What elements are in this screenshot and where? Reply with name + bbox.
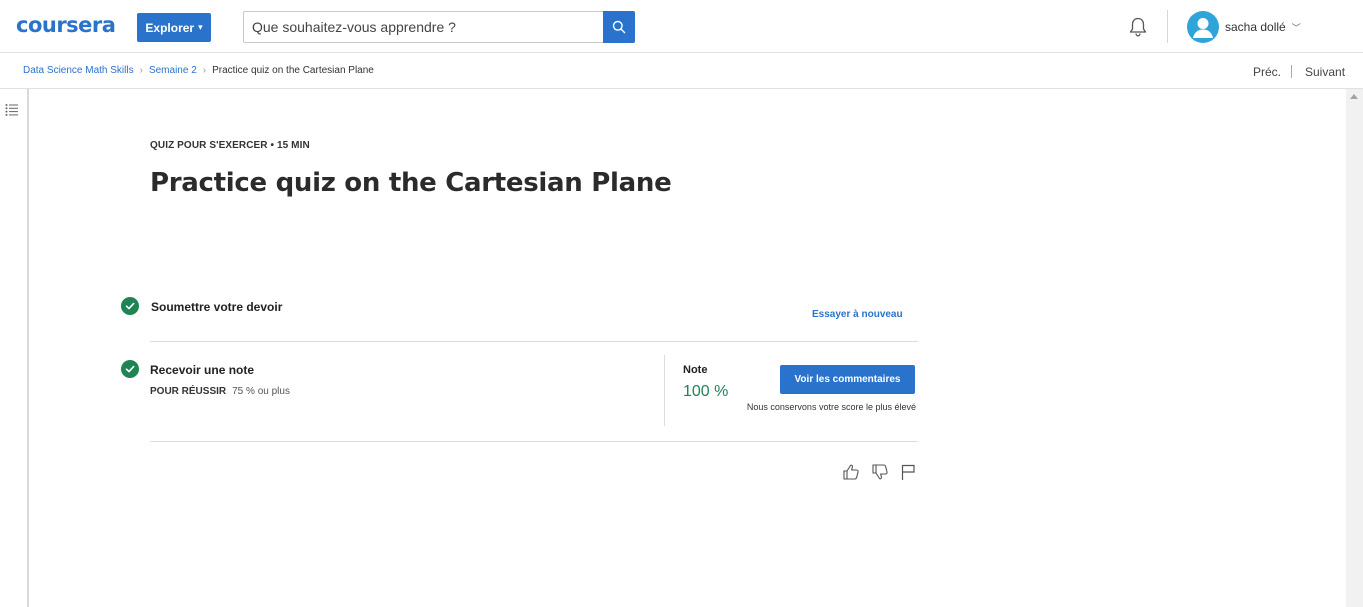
thumbs-up-icon[interactable]: [842, 463, 860, 481]
chevron-right-icon: ›: [139, 65, 143, 76]
quiz-type-label: QUIZ POUR S'EXERCER • 15 MIN: [150, 140, 310, 151]
list-outline-icon[interactable]: [5, 103, 19, 117]
pass-label: POUR RÉUSSIR: [150, 386, 227, 397]
top-navigation-bar: coursera Explorer ▾ sacha dollé ﹀: [0, 0, 1363, 53]
breadcrumb-bar: Data Science Math Skills › Semaine 2 › P…: [0, 53, 1363, 89]
nav-divider: [1291, 65, 1292, 78]
submit-step-title: Soumettre votre devoir: [151, 300, 283, 314]
user-avatar-icon: [1187, 11, 1219, 43]
previous-item-link[interactable]: Préc.: [1253, 65, 1281, 79]
breadcrumb-course[interactable]: Data Science Math Skills: [23, 65, 134, 76]
header-divider: [1167, 10, 1168, 43]
passing-requirement: POUR RÉUSSIR 75 % ou plus: [150, 386, 290, 397]
search-icon: [612, 20, 626, 34]
retry-link[interactable]: Essayer à nouveau: [812, 309, 903, 320]
check-circle-icon: [121, 360, 139, 378]
search-button[interactable]: [603, 11, 635, 43]
grade-value: 100 %: [683, 383, 729, 400]
vertical-scrollbar[interactable]: [1346, 89, 1363, 607]
chevron-down-icon: ▾: [198, 22, 203, 32]
breadcrumb-current: Practice quiz on the Cartesian Plane: [212, 65, 374, 76]
section-divider: [150, 441, 918, 442]
grade-label: Note: [683, 364, 708, 376]
user-menu[interactable]: sacha dollé ﹀: [1187, 11, 1301, 43]
grade-step-title: Recevoir une note: [150, 363, 255, 377]
course-outline-rail: [0, 89, 29, 607]
scroll-up-arrow-icon[interactable]: [1350, 94, 1358, 99]
grade-divider: [664, 355, 665, 426]
thumbs-down-icon[interactable]: [871, 463, 889, 481]
search-bar: [243, 11, 635, 43]
coursera-logo[interactable]: coursera: [16, 13, 116, 37]
search-input[interactable]: [244, 12, 604, 42]
next-item-link[interactable]: Suivant: [1305, 65, 1345, 79]
chevron-right-icon: ›: [202, 65, 207, 76]
score-policy-note: Nous conservons votre score le plus élev…: [746, 402, 916, 412]
breadcrumb: Data Science Math Skills › Semaine 2 › P…: [23, 65, 374, 76]
breadcrumb-week[interactable]: Semaine 2: [149, 65, 197, 76]
view-feedback-button[interactable]: Voir les commentaires: [780, 365, 915, 394]
flag-icon[interactable]: [899, 463, 917, 481]
explore-button-label: Explorer: [145, 20, 195, 35]
pass-value: 75 % ou plus: [232, 386, 290, 397]
page-title: Practice quiz on the Cartesian Plane: [150, 168, 672, 198]
check-circle-icon: [121, 297, 139, 315]
bell-icon[interactable]: [1127, 16, 1149, 38]
user-name: sacha dollé: [1225, 20, 1286, 34]
explore-button[interactable]: Explorer ▾: [137, 13, 211, 42]
section-divider: [150, 341, 918, 342]
chevron-down-icon: ﹀: [1291, 22, 1301, 33]
